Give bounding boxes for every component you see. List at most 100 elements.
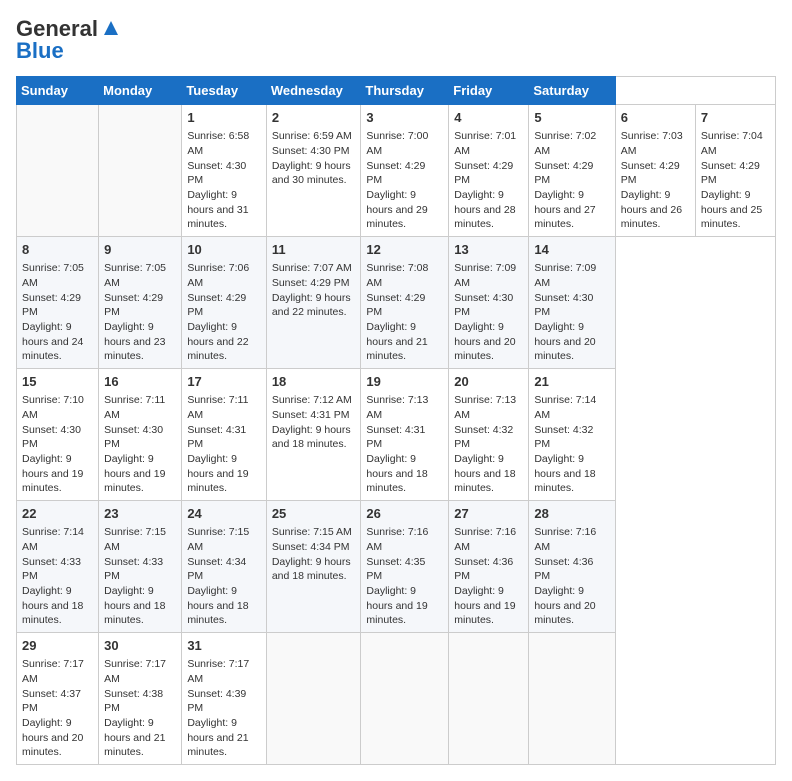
sunset: Sunset: 4:35 PM (366, 556, 425, 583)
calendar-cell: 7Sunrise: 7:04 AMSunset: 4:29 PMDaylight… (695, 105, 775, 237)
calendar-cell: 15 Sunrise: 7:10 AM Sunset: 4:30 PMDayligh… (17, 369, 99, 501)
sunrise: Sunrise: 7:16 AM (366, 526, 428, 553)
sunset: Sunset: 4:29 PM (454, 160, 513, 187)
day-number: 3 (366, 109, 443, 127)
calendar-cell: 19Sunrise: 7:13 AMSunset: 4:31 PMDayligh… (361, 369, 449, 501)
daylight: Daylight: 9 hours and 25 minutes. (701, 189, 762, 230)
sunrise: Sunrise: 7:15 AM (272, 526, 352, 538)
sunrise: Sunrise: 7:11 AM (104, 394, 165, 421)
day-number: 5 (534, 109, 609, 127)
daylight: Daylight: 9 hours and 18 minutes. (104, 585, 165, 626)
day-number: 9 (104, 241, 176, 259)
day-number: 13 (454, 241, 523, 259)
weekday-header: Wednesday (266, 77, 361, 105)
calendar-week: 29Sunrise: 7:17 AMSunset: 4:37 PMDayligh… (17, 633, 776, 765)
calendar-cell: 16Sunrise: 7:11 AMSunset: 4:30 PMDayligh… (99, 369, 182, 501)
daylight: Daylight: 9 hours and 31 minutes. (187, 189, 248, 230)
calendar-week: 15Sunrise: 7:10 AMSunset: 4:30 PMDayligh… (17, 369, 776, 501)
sunrise: Sunrise: 7:06 AM (187, 262, 249, 289)
calendar-cell: 18Sunrise: 7:12 AMSunset: 4:31 PMDayligh… (266, 369, 361, 501)
sunset: Sunset: 4:32 PM (534, 424, 593, 451)
page-header: General Blue (16, 16, 776, 64)
daylight: Daylight: 9 hours and 22 minutes. (272, 292, 351, 319)
calendar-cell (449, 633, 529, 765)
calendar-cell: 2 Sunrise: 6:59 AM Sunset: 4:30 PM Daylight… (266, 105, 361, 237)
sunrise: Sunrise: 7:04 AM (701, 130, 763, 157)
sunrise: Sunrise: 7:07 AM (272, 262, 352, 274)
calendar-week: 1Sunrise: 6:58 AMSunset: 4:30 PMDaylight… (17, 105, 776, 237)
sunset: Sunset: 4:39 PM (187, 688, 246, 715)
sunset: Sunset: 4:32 PM (454, 424, 513, 451)
sunrise: Sunrise: 7:17 AM (187, 658, 249, 685)
daylight: Daylight: 9 hours and 18 minutes. (534, 453, 595, 494)
day-number: 4 (454, 109, 523, 127)
day-number: 1 (187, 109, 261, 127)
sunset: Sunset: 4:29 PM (104, 292, 163, 319)
daylight: Daylight: 9 hours and 21 minutes. (366, 321, 427, 362)
sunrise: Sunrise: 7:10 AM (22, 394, 84, 421)
daylight: Daylight: 9 hours and 30 minutes. (272, 160, 351, 187)
sunset: Sunset: 4:30 PM (22, 424, 81, 451)
daylight: Daylight: 9 hours and 21 minutes. (187, 717, 248, 758)
day-number: 27 (454, 505, 523, 523)
sunrise: Sunrise: 7:15 AM (104, 526, 166, 553)
calendar-cell: 22Sunrise: 7:14 AMSunset: 4:33 PMDayligh… (17, 501, 99, 633)
weekday-header: Thursday (361, 77, 449, 105)
daylight: Daylight: 9 hours and 23 minutes. (104, 321, 165, 362)
daylight: Daylight: 9 hours and 26 minutes. (621, 189, 682, 230)
sunset: Sunset: 4:29 PM (272, 277, 350, 289)
sunrise: Sunrise: 7:13 AM (366, 394, 428, 421)
calendar-table: SundayMondayTuesdayWednesdayThursdayFrid… (16, 76, 776, 765)
day-number: 2 (272, 109, 356, 127)
daylight: Daylight: 9 hours and 28 minutes. (454, 189, 515, 230)
sunset: Sunset: 4:29 PM (701, 160, 760, 187)
calendar-week: 8Sunrise: 7:05 AMSunset: 4:29 PMDaylight… (17, 237, 776, 369)
sunset: Sunset: 4:30 PM (104, 424, 163, 451)
sunset: Sunset: 4:29 PM (621, 160, 680, 187)
sunset: Sunset: 4:30 PM (272, 145, 350, 157)
sunrise: Sunrise: 7:15 AM (187, 526, 249, 553)
daylight: Daylight: 9 hours and 20 minutes. (22, 717, 83, 758)
daylight: Daylight: 9 hours and 18 minutes. (454, 453, 515, 494)
calendar-cell: 21Sunrise: 7:14 AMSunset: 4:32 PMDayligh… (529, 369, 615, 501)
sunset: Sunset: 4:29 PM (534, 160, 593, 187)
calendar-cell: 4Sunrise: 7:01 AMSunset: 4:29 PMDaylight… (449, 105, 529, 237)
calendar-cell: 27Sunrise: 7:16 AMSunset: 4:36 PMDayligh… (449, 501, 529, 633)
day-number: 23 (104, 505, 176, 523)
sunrise: Sunrise: 7:05 AM (22, 262, 84, 289)
calendar-cell: 14Sunrise: 7:09 AMSunset: 4:30 PMDayligh… (529, 237, 615, 369)
weekday-header: Tuesday (182, 77, 267, 105)
sunrise: Sunrise: 7:09 AM (454, 262, 516, 289)
sunset: Sunset: 4:36 PM (454, 556, 513, 583)
daylight: Daylight: 9 hours and 18 minutes. (272, 424, 351, 451)
sunrise: Sunrise: 6:59 AM (272, 130, 352, 142)
day-number: 31 (187, 637, 261, 655)
calendar-cell: 23 Sunrise: 7:15 AM Sunset: 4:33 PMDayligh… (99, 501, 182, 633)
logo: General Blue (16, 16, 122, 64)
daylight: Daylight: 9 hours and 19 minutes. (104, 453, 165, 494)
sunset: Sunset: 4:29 PM (366, 292, 425, 319)
sunrise: Sunrise: 7:00 AM (366, 130, 428, 157)
day-number: 26 (366, 505, 443, 523)
day-number: 15 (22, 373, 93, 391)
daylight: Daylight: 9 hours and 20 minutes. (534, 585, 595, 626)
sunrise: Sunrise: 7:13 AM (454, 394, 516, 421)
daylight: Daylight: 9 hours and 18 minutes. (366, 453, 427, 494)
sunset: Sunset: 4:29 PM (187, 292, 246, 319)
day-number: 25 (272, 505, 356, 523)
sunrise: Sunrise: 7:16 AM (454, 526, 516, 553)
sunset: Sunset: 4:33 PM (104, 556, 163, 583)
sunrise: Sunrise: 7:02 AM (534, 130, 596, 157)
calendar-cell: 3Sunrise: 7:00 AMSunset: 4:29 PMDaylight… (361, 105, 449, 237)
daylight: Daylight: 9 hours and 20 minutes. (454, 321, 515, 362)
calendar-cell: 5Sunrise: 7:02 AMSunset: 4:29 PMDaylight… (529, 105, 615, 237)
day-number: 20 (454, 373, 523, 391)
day-number: 28 (534, 505, 609, 523)
sunset: Sunset: 4:31 PM (366, 424, 425, 451)
daylight: Daylight: 9 hours and 19 minutes. (22, 453, 83, 494)
day-number: 12 (366, 241, 443, 259)
sunset: Sunset: 4:29 PM (22, 292, 81, 319)
daylight: Daylight: 9 hours and 19 minutes. (187, 453, 248, 494)
day-number: 10 (187, 241, 261, 259)
calendar-cell: 20 Sunrise: 7:13 AM Sunset: 4:32 PMDayligh… (449, 369, 529, 501)
